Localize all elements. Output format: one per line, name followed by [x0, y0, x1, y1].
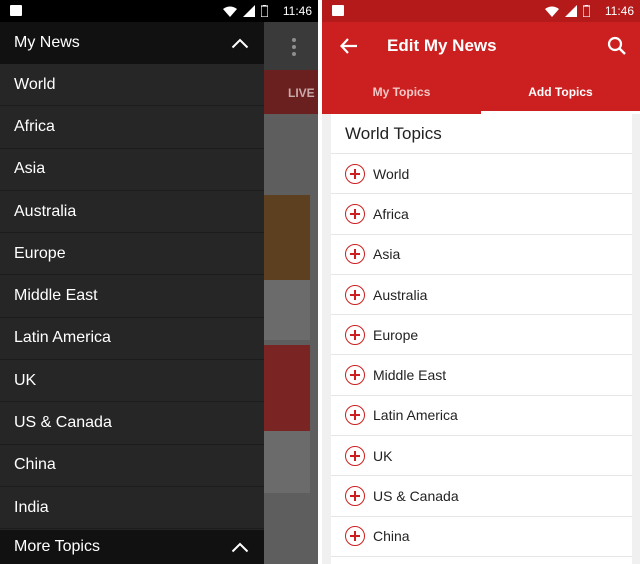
add-circle-icon[interactable]: [345, 163, 365, 184]
topic-label: Latin America: [373, 407, 458, 424]
drawer-item-label: Europe: [14, 244, 66, 262]
wifi-icon: [545, 6, 559, 17]
add-circle-icon[interactable]: [345, 486, 365, 507]
drawer-item-label: Australia: [14, 202, 77, 220]
more-topics-header[interactable]: More Topics: [0, 530, 264, 564]
app-bar: Edit My News: [322, 22, 640, 70]
topic-row[interactable]: World: [331, 154, 632, 195]
drawer-item-label: Africa: [14, 117, 55, 135]
drawer-item[interactable]: Asia: [0, 149, 264, 191]
drawer-item-label: China: [14, 456, 56, 474]
right-screen: 11:46 Edit My News My Topics Add Topics …: [322, 0, 640, 564]
drawer-item-label: India: [14, 498, 49, 516]
left-screen: 11:46 LIVE My News World Africa Asia Aus…: [0, 0, 318, 564]
add-circle-icon[interactable]: [345, 203, 365, 224]
section-title: World Topics: [331, 114, 632, 154]
drawer-item[interactable]: UK: [0, 360, 264, 403]
drawer-item[interactable]: Australia: [0, 191, 264, 234]
topic-row[interactable]: Latin America: [331, 396, 632, 437]
drawer-title: My News: [14, 34, 80, 51]
add-circle-icon[interactable]: [345, 365, 365, 386]
wifi-icon: [223, 6, 237, 17]
more-topics-label: More Topics: [14, 538, 100, 555]
add-circle-icon[interactable]: [345, 405, 365, 426]
search-icon[interactable]: [606, 35, 628, 57]
drawer-item-label: UK: [14, 371, 37, 389]
topic-list: World Africa Asia Australia Europe Middl…: [331, 154, 632, 557]
topic-row[interactable]: UK: [331, 436, 632, 477]
topic-row[interactable]: Africa: [331, 194, 632, 235]
add-circle-icon[interactable]: [345, 324, 365, 345]
kebab-menu-icon: [291, 38, 297, 56]
topic-label: Africa: [373, 205, 409, 222]
live-tab: LIVE: [288, 86, 315, 100]
status-bar: 11:46: [322, 0, 640, 22]
topic-label: US & Canada: [373, 488, 459, 505]
drawer-item-label: Asia: [14, 160, 46, 178]
tab-label: Add Topics: [528, 85, 593, 99]
background-article-image: [262, 195, 310, 281]
topic-row[interactable]: China: [331, 517, 632, 557]
drawer-header[interactable]: My News: [0, 22, 264, 64]
drawer-item[interactable]: World: [0, 64, 264, 107]
signal-icon: [565, 5, 577, 17]
background-article-text: [262, 280, 310, 340]
clock: 11:46: [282, 4, 312, 18]
drawer-item-label: World: [14, 75, 56, 93]
battery-icon: [261, 5, 268, 17]
image-icon: [332, 5, 344, 16]
background-article-image: [262, 345, 310, 431]
drawer-item[interactable]: Europe: [0, 233, 264, 276]
drawer-item-label: Middle East: [14, 287, 98, 305]
drawer-item[interactable]: Latin America: [0, 318, 264, 361]
tab-label: My Topics: [372, 85, 431, 99]
chevron-up-icon[interactable]: [230, 33, 250, 53]
drawer-item[interactable]: China: [0, 445, 264, 487]
clock: 11:46: [604, 4, 634, 18]
status-bar: 11:46: [0, 0, 318, 22]
add-circle-icon[interactable]: [345, 526, 365, 547]
topic-row[interactable]: Europe: [331, 315, 632, 356]
drawer-item[interactable]: India: [0, 487, 264, 530]
page-title: Edit My News: [387, 36, 497, 55]
topic-label: Australia: [373, 286, 428, 303]
drawer-item-label: Latin America: [14, 329, 111, 347]
tab-my-topics[interactable]: My Topics: [322, 70, 481, 114]
back-arrow-icon[interactable]: [338, 35, 360, 57]
topic-row[interactable]: US & Canada: [331, 476, 632, 517]
battery-icon: [583, 5, 590, 17]
topics-panel: World Topics World Africa Asia Australia…: [331, 114, 632, 564]
signal-icon: [243, 5, 255, 17]
add-circle-icon[interactable]: [345, 284, 365, 305]
tab-add-topics[interactable]: Add Topics: [481, 70, 640, 114]
drawer-item[interactable]: Middle East: [0, 275, 264, 318]
topic-label: World: [373, 165, 410, 182]
topic-row[interactable]: Australia: [331, 275, 632, 316]
tab-bar: My Topics Add Topics: [322, 70, 640, 114]
topic-label: Europe: [373, 326, 419, 343]
add-circle-icon[interactable]: [345, 244, 365, 265]
add-circle-icon[interactable]: [345, 445, 365, 466]
chevron-up-icon[interactable]: [230, 537, 250, 557]
topic-label: Asia: [373, 246, 401, 263]
navigation-drawer: My News World Africa Asia Australia Euro…: [0, 22, 264, 564]
topic-label: UK: [373, 447, 393, 464]
topic-row[interactable]: Asia: [331, 235, 632, 275]
drawer-item-label: US & Canada: [14, 414, 112, 432]
topic-label: China: [373, 528, 410, 545]
drawer-item[interactable]: Africa: [0, 106, 264, 149]
drawer-item[interactable]: US & Canada: [0, 402, 264, 445]
image-icon: [10, 5, 22, 16]
background-article-text: [262, 431, 310, 493]
topic-row[interactable]: Middle East: [331, 355, 632, 396]
topic-label: Middle East: [373, 367, 447, 384]
drawer-menu: World Africa Asia Australia Europe Middl…: [0, 64, 264, 530]
